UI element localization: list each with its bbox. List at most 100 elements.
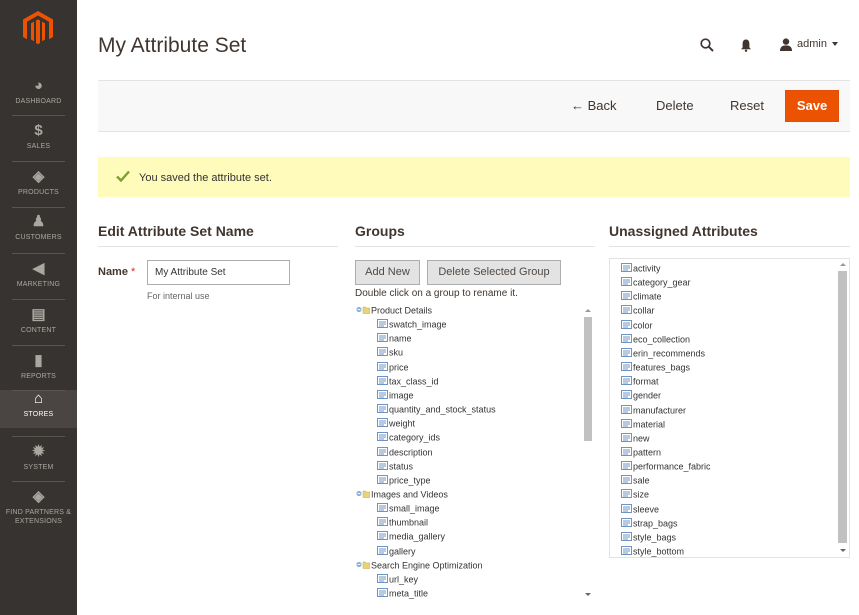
tree-attribute-node[interactable]: sku	[377, 347, 403, 359]
unassigned-attribute-label: sale	[633, 475, 650, 486]
attribute-icon	[377, 389, 388, 402]
name-label: Name	[98, 266, 128, 278]
nav-divider	[12, 345, 65, 346]
unassigned-attribute-node[interactable]: style_bottom	[621, 546, 684, 557]
unassigned-attribute-label: gender	[633, 390, 662, 401]
delete-selected-group-button[interactable]: Delete Selected Group	[427, 260, 561, 285]
nav-item-label: PRODUCTS	[18, 189, 59, 196]
unassigned-attribute-node[interactable]: features_bags	[621, 362, 690, 374]
nav-divider	[12, 253, 65, 254]
nav-item-label: CONTENT	[20, 327, 57, 334]
folder-icon	[356, 560, 371, 572]
unassigned-attributes-title: Unassigned Attributes	[609, 223, 758, 239]
unassigned-attribute-node[interactable]: sleeve	[621, 503, 659, 516]
divider	[609, 246, 850, 247]
dollar-icon: $	[34, 122, 43, 139]
save-button[interactable]: Save	[785, 90, 839, 122]
unassigned-attribute-label: features_bags	[633, 362, 691, 373]
unassigned-attribute-node[interactable]: category_gear	[621, 277, 691, 289]
attribute-icon	[621, 432, 632, 445]
unassigned-attribute-label: new	[633, 433, 650, 444]
unassigned-attribute-node[interactable]: new	[621, 432, 650, 445]
delete-button[interactable]: Delete	[656, 98, 694, 113]
nav-divider	[12, 390, 65, 391]
folder-icon	[356, 489, 371, 501]
search-icon[interactable]	[700, 38, 714, 52]
tree-attribute-node[interactable]: status	[377, 460, 413, 473]
tree-group-node[interactable]: Images and Videos	[356, 489, 448, 501]
nav-item-find-partners-extensions[interactable]: ◈ FIND PARTNERS & EXTENSIONS	[0, 488, 77, 534]
tree-group-node[interactable]: Product Details	[356, 305, 432, 317]
attribute-icon	[377, 404, 388, 416]
attribute-icon	[377, 432, 388, 444]
tree-attribute-node[interactable]: image	[377, 389, 414, 402]
unassigned-attribute-label: format	[633, 376, 659, 387]
nav-divider	[12, 436, 65, 437]
unassigned-attribute-node[interactable]: sale	[621, 475, 650, 487]
attribute-icon	[621, 489, 632, 501]
attribute-icon	[377, 474, 388, 487]
user-menu-caret-icon[interactable]	[832, 42, 838, 46]
tree-attribute-label: gallery	[389, 545, 416, 556]
tree-attribute-node[interactable]: url_key	[377, 573, 418, 586]
arrow-left-icon: ←	[571, 98, 584, 113]
unassigned-attribute-node[interactable]: style_bags	[621, 531, 676, 544]
attribute-set-name-input[interactable]	[147, 260, 290, 285]
unassigned-attribute-node[interactable]: material	[621, 418, 665, 431]
attribute-icon	[377, 333, 388, 345]
unassigned-scroll-thumb[interactable]	[838, 271, 847, 543]
tree-attribute-node[interactable]: swatch_image	[377, 319, 447, 331]
tree-attribute-node[interactable]: weight	[377, 418, 415, 430]
divider	[355, 246, 595, 247]
dashboard-icon: ◕	[33, 77, 44, 94]
nav-item-system[interactable]: ✹ SYSTEM	[0, 443, 77, 489]
back-button-label: Back	[587, 98, 617, 113]
tree-attribute-node[interactable]: tax_class_id	[377, 375, 439, 388]
unassigned-attribute-node[interactable]: format	[621, 376, 659, 388]
tree-attribute-node[interactable]: price_type	[377, 474, 431, 487]
admin-user-menu[interactable]: admin	[797, 38, 827, 50]
tree-attribute-node[interactable]: small_image	[377, 503, 440, 515]
unassigned-attribute-node[interactable]: collar	[621, 305, 655, 317]
unassigned-attribute-node[interactable]: activity	[621, 263, 661, 275]
nav-item-stores[interactable]: ⌂ STORES	[0, 390, 77, 428]
tree-attribute-node[interactable]: quantity_and_stock_status	[377, 404, 496, 416]
unassigned-attribute-node[interactable]: eco_collection	[621, 333, 690, 346]
tree-group-node[interactable]: Search Engine Optimization	[356, 560, 483, 572]
unassigned-attribute-node[interactable]: color	[621, 319, 653, 332]
tree-attribute-node[interactable]: gallery	[377, 545, 416, 558]
tree-attribute-node[interactable]: price	[377, 361, 409, 374]
unassigned-attribute-node[interactable]: gender	[621, 390, 661, 402]
unassigned-attribute-node[interactable]: strap_bags	[621, 517, 678, 530]
magento-logo[interactable]	[22, 10, 54, 46]
unassigned-attribute-node[interactable]: performance_fabric	[621, 461, 711, 473]
tree-attribute-node[interactable]: category_ids	[377, 432, 440, 444]
nav-item-label: STORES	[23, 411, 54, 418]
bell-icon[interactable]	[740, 39, 752, 52]
scroll-up-icon[interactable]	[585, 309, 591, 312]
tree-attribute-node[interactable]: name	[377, 333, 412, 345]
add-new-group-button[interactable]: Add New	[355, 260, 420, 285]
unassigned-attribute-node[interactable]: manufacturer	[621, 404, 686, 417]
tree-attribute-label: category_ids	[389, 432, 441, 443]
tree-attribute-node[interactable]: thumbnail	[377, 517, 428, 529]
user-icon[interactable]	[779, 38, 793, 51]
tree-attribute-node[interactable]: description	[377, 446, 433, 459]
unassigned-attribute-label: collar	[633, 305, 655, 316]
unassigned-attribute-node[interactable]: climate	[621, 291, 662, 303]
nav-item-label: DASHBOARD	[15, 98, 62, 105]
scroll-down-icon[interactable]	[840, 549, 846, 552]
tree-attribute-node[interactable]: media_gallery	[377, 531, 445, 543]
nav-item-dashboard[interactable]: ◕ DASHBOARD	[0, 77, 77, 123]
reset-button[interactable]: Reset	[730, 98, 764, 113]
back-button[interactable]: ← Back	[571, 98, 617, 113]
unassigned-attribute-node[interactable]: pattern	[621, 446, 661, 459]
unassigned-attribute-node[interactable]: size	[621, 489, 649, 501]
unassigned-attribute-node[interactable]: erin_recommends	[621, 347, 705, 360]
scroll-up-icon[interactable]	[840, 263, 846, 266]
groups-tree-scroll-thumb[interactable]	[584, 317, 592, 441]
attribute-icon	[621, 305, 632, 317]
scroll-down-icon[interactable]	[585, 593, 591, 596]
tree-attribute-node[interactable]: meta_title	[377, 588, 428, 600]
unassigned-attribute-label: color	[633, 319, 653, 330]
